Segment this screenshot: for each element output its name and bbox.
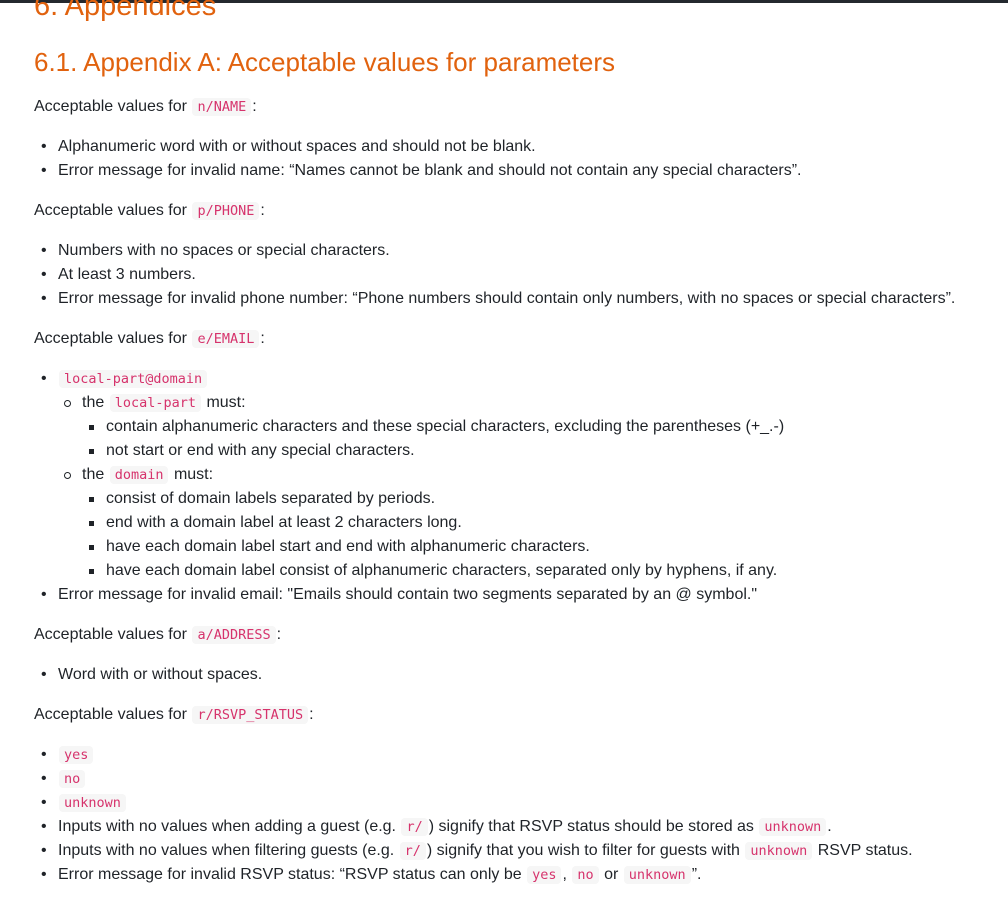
rsvp-list: yes no unknown Inputs with no values whe…	[34, 743, 994, 887]
address-param-code: a/ADDRESS	[192, 626, 276, 644]
local-part-rules: contain alphanumeric characters and thes…	[82, 415, 994, 463]
text: or	[604, 866, 619, 883]
list-item: Inputs with no values when filtering gue…	[34, 839, 994, 863]
intro-text: Acceptable values for	[34, 626, 187, 643]
text: RSVP status.	[817, 842, 913, 859]
list-item: no	[34, 767, 994, 791]
text: ,	[562, 866, 567, 883]
rsvp-value-code: no	[572, 866, 599, 884]
list-item: have each domain label start and end wit…	[82, 535, 994, 559]
text: Inputs with no values when adding a gues…	[58, 818, 396, 835]
list-item: Error message for invalid phone number: …	[34, 287, 994, 311]
colon: :	[276, 626, 282, 643]
email-intro: Acceptable values for e/EMAIL:	[34, 327, 994, 351]
text: ) signify that you wish to filter for gu…	[426, 842, 740, 859]
email-sublist: the local-part must: contain alphanumeri…	[58, 391, 994, 583]
list-item: the local-part must: contain alphanumeri…	[58, 391, 994, 463]
list-item: have each domain label consist of alphan…	[82, 559, 994, 583]
intro-text: Acceptable values for	[34, 706, 187, 723]
rsvp-value-code: unknown	[623, 866, 691, 884]
phone-list: Numbers with no spaces or special charac…	[34, 239, 994, 311]
text: .	[827, 818, 832, 835]
rsvp-value-code: yes	[59, 746, 94, 764]
list-item: consist of domain labels separated by pe…	[82, 487, 994, 511]
name-list: Alphanumeric word with or without spaces…	[34, 135, 994, 183]
heading-appendix-a: 6.1. Appendix A: Acceptable values for p…	[34, 47, 616, 77]
must-text: must:	[206, 394, 246, 411]
email-param-code: e/EMAIL	[192, 330, 260, 348]
local-part-code: local-part	[109, 394, 201, 412]
email-format-code: local-part@domain	[59, 370, 208, 388]
rsvp-default-code: unknown	[759, 818, 827, 836]
heading-appendices: 6. Appendices	[34, 0, 217, 22]
intro-text: Acceptable values for	[34, 202, 187, 219]
address-intro: Acceptable values for a/ADDRESS:	[34, 623, 994, 647]
text: ) signify that RSVP status should be sto…	[428, 818, 754, 835]
text: Inputs with no values when filtering gue…	[58, 842, 395, 859]
list-item: Word with or without spaces.	[34, 663, 994, 687]
list-item: Error message for invalid RSVP status: “…	[34, 863, 994, 887]
colon: :	[252, 98, 257, 115]
name-intro: Acceptable values for n/NAME:	[34, 95, 994, 119]
rsvp-value-code: yes	[527, 866, 562, 884]
list-item: local-part@domain the local-part must: c…	[34, 367, 994, 583]
name-param-code: n/NAME	[192, 98, 252, 116]
rsvp-value-code: no	[59, 770, 86, 788]
rsvp-prefix-code: r/	[401, 818, 428, 836]
rsvp-intro: Acceptable values for r/RSVP_STATUS:	[34, 703, 994, 727]
rsvp-value-code: unknown	[59, 794, 126, 812]
list-item: contain alphanumeric characters and thes…	[82, 415, 994, 439]
rsvp-default-code: unknown	[745, 842, 813, 860]
list-item: At least 3 numbers.	[34, 263, 994, 287]
domain-rules: consist of domain labels separated by pe…	[82, 487, 994, 583]
text: Error message for invalid RSVP status: “…	[58, 866, 522, 883]
colon: :	[260, 202, 265, 219]
intro-text: Acceptable values for	[34, 330, 187, 347]
list-item: Inputs with no values when adding a gues…	[34, 815, 994, 839]
intro-text: Acceptable values for	[34, 98, 187, 115]
must-text: must:	[173, 466, 214, 483]
the-text: the	[82, 394, 105, 411]
address-list: Word with or without spaces.	[34, 663, 994, 687]
list-item: the domain must: consist of domain label…	[58, 463, 994, 583]
list-item: not start or end with any special charac…	[82, 439, 994, 463]
list-item: unknown	[34, 791, 994, 815]
colon: :	[309, 706, 314, 723]
the-text: the	[82, 466, 105, 483]
list-item: Alphanumeric word with or without spaces…	[34, 135, 994, 159]
list-item: Error message for invalid email: "Emails…	[34, 583, 994, 607]
rsvp-prefix-code: r/	[399, 842, 426, 860]
domain-code: domain	[109, 466, 169, 484]
phone-param-code: p/PHONE	[192, 202, 260, 220]
phone-intro: Acceptable values for p/PHONE:	[34, 199, 994, 223]
list-item: Numbers with no spaces or special charac…	[34, 239, 994, 263]
rsvp-param-code: r/RSVP_STATUS	[192, 706, 309, 724]
list-item: Error message for invalid name: “Names c…	[34, 159, 994, 183]
list-item: end with a domain label at least 2 chara…	[82, 511, 994, 535]
colon: :	[260, 330, 265, 347]
list-item: yes	[34, 743, 994, 767]
text: ”.	[691, 866, 702, 883]
appendix-body: Acceptable values for n/NAME: Alphanumer…	[34, 95, 994, 887]
email-list: local-part@domain the local-part must: c…	[34, 367, 994, 607]
